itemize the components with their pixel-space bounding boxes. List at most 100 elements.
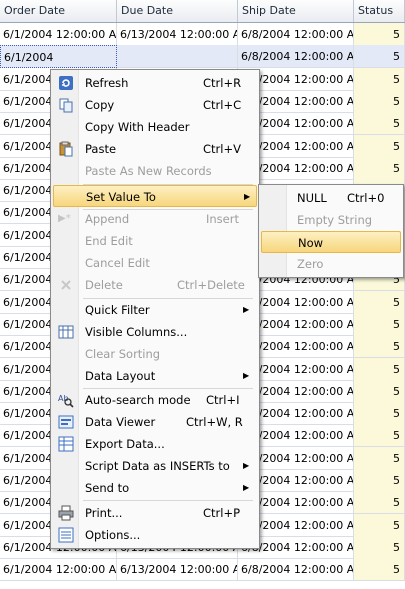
cell-order-date[interactable]: 6/1/2004 12:00:00 AM [0, 23, 117, 46]
cell-status[interactable]: 5 [354, 379, 405, 403]
menu-item-copy[interactable]: Copy Ctrl+C [53, 94, 257, 116]
cell-ship-date[interactable]: 6/8/2004 12:00:00 AM [238, 45, 354, 69]
cell-status[interactable]: 5 [354, 446, 405, 470]
column-header-ship-date[interactable]: Ship Date [238, 0, 354, 22]
grid-header: Order Date Due Date Ship Date Status [0, 0, 405, 23]
submenu-item-null[interactable]: NULL Ctrl+0 [261, 187, 401, 209]
column-header-order-date[interactable]: Order Date [0, 0, 117, 22]
menu-item-data-layout[interactable]: Data Layout ▶ [53, 365, 257, 387]
menu-label: Copy With Header [85, 120, 190, 134]
menu-label: Script Data as INSERTs to [85, 459, 230, 473]
menu-item-paste[interactable]: Paste Ctrl+V [53, 138, 257, 160]
menu-label: Copy [85, 98, 115, 112]
options-icon [58, 527, 74, 543]
cell-status[interactable]: 5 [354, 357, 405, 381]
cell-status[interactable]: 5 [354, 23, 405, 46]
menu-shortcut: Insert [206, 212, 239, 226]
cell-status[interactable]: 5 [354, 112, 405, 136]
menu-item-print[interactable]: Print... Ctrl+P [53, 502, 257, 524]
menu-item-clear-sorting[interactable]: Clear Sorting [53, 343, 257, 365]
menu-label: Export Data... [85, 437, 165, 451]
cell-status[interactable]: 5 [354, 67, 405, 91]
menu-item-data-viewer[interactable]: Data Viewer Ctrl+W, R [53, 411, 257, 433]
menu-label: Zero [297, 257, 324, 271]
menu-shortcut: Ctrl+W, R [186, 415, 243, 429]
cell-ship-date[interactable]: 6/8/2004 12:00:00 AM [238, 558, 354, 582]
menu-item-append[interactable]: ▶* Append Insert [53, 208, 257, 230]
submenu-item-empty-string[interactable]: Empty String [261, 209, 401, 231]
cell-ship-date[interactable]: 6/8/2004 12:00:00 AM [238, 23, 354, 46]
submenu-item-now[interactable]: Now [261, 231, 401, 253]
cell-status[interactable]: 5 [354, 558, 405, 582]
menu-item-set-value-to[interactable]: Set Value To ▶ [53, 185, 257, 207]
menu-label: Print... [85, 506, 123, 520]
menu-label: Quick Filter [85, 303, 150, 317]
cell-status[interactable]: 5 [354, 335, 405, 359]
submenu-arrow-icon: ▶ [243, 461, 250, 470]
cell-status[interactable]: 5 [354, 491, 405, 515]
data-viewer-icon [58, 415, 74, 429]
cell-order-date[interactable]: 6/1/2004 12:00:00 AM [0, 558, 117, 582]
menu-label: Refresh [85, 76, 129, 90]
table-row[interactable]: 6/1/2004 12:00:00 AM6/13/2004 12:00:00 A… [0, 23, 405, 46]
menu-item-end-edit[interactable]: End Edit [53, 230, 257, 252]
cell-status[interactable]: 5 [354, 424, 405, 448]
menu-item-visible-columns[interactable]: Visible Columns... [53, 321, 257, 343]
menu-item-auto-search-mode[interactable]: Ab Auto-search mode Ctrl+I [53, 389, 257, 411]
cell-status[interactable]: 5 [354, 312, 405, 336]
menu-label: Data Viewer [85, 415, 156, 429]
append-icon: ▶* [58, 213, 71, 224]
cell-status[interactable]: 5 [354, 290, 405, 314]
cell-order-date[interactable]: 6/1/2004 [0, 45, 117, 69]
cell-due-date[interactable]: 6/13/2004 12:00:00 AM [117, 558, 238, 582]
column-header-status[interactable]: Status [354, 0, 405, 22]
cell-status[interactable]: 5 [354, 513, 405, 537]
menu-item-quick-filter[interactable]: Quick Filter ▶ [53, 299, 257, 321]
set-value-submenu: NULL Ctrl+0 Empty String Now Zero [258, 184, 404, 278]
menu-item-paste-as-new-records[interactable]: Paste As New Records [53, 160, 257, 182]
menu-label: Paste [85, 142, 117, 156]
column-header-due-date[interactable]: Due Date [117, 0, 238, 22]
menu-shortcut: Ctrl+R [203, 76, 242, 90]
menu-label: Visible Columns... [85, 325, 188, 339]
menu-shortcut: Ctrl+C [203, 98, 242, 112]
menu-shortcut: Ctrl+0 [347, 191, 385, 205]
menu-item-script-data[interactable]: Script Data as INSERTs to ▶ [53, 455, 257, 477]
menu-shortcut: Ctrl+Delete [177, 278, 245, 292]
menu-label: Now [298, 236, 324, 250]
menu-label: Send to [85, 481, 130, 495]
menu-item-copy-with-header[interactable]: Copy With Header [53, 116, 257, 138]
cell-due-date[interactable] [117, 45, 238, 69]
submenu-item-zero[interactable]: Zero [261, 253, 401, 275]
cell-status[interactable]: 5 [354, 535, 405, 559]
submenu-arrow-icon: ▶ [243, 483, 250, 492]
menu-label: Cancel Edit [85, 256, 150, 270]
columns-icon [58, 325, 74, 339]
menu-item-refresh[interactable]: Refresh Ctrl+R [53, 72, 257, 94]
table-row[interactable]: 6/1/2004 6/8/2004 12:00:00 AM5 [0, 45, 405, 69]
menu-item-options[interactable]: Options... [53, 524, 257, 546]
menu-label: Append [85, 212, 130, 226]
cell-status[interactable]: 5 [354, 89, 405, 113]
copy-icon [59, 98, 73, 113]
cell-status[interactable]: 5 [354, 469, 405, 492]
menu-shortcut: Ctrl+P [203, 506, 241, 520]
menu-item-cancel-edit[interactable]: Cancel Edit [53, 252, 257, 274]
menu-item-send-to[interactable]: Send to ▶ [53, 477, 257, 499]
menu-item-export-data[interactable]: Export Data... [53, 433, 257, 455]
menu-label: Data Layout [85, 369, 156, 383]
print-icon [58, 505, 74, 521]
menu-label: Clear Sorting [85, 347, 161, 361]
cell-due-date[interactable]: 6/13/2004 12:00:00 AM [117, 23, 238, 46]
menu-label: End Edit [85, 234, 133, 248]
menu-separator [83, 500, 253, 501]
cell-status[interactable]: 5 [354, 134, 405, 158]
menu-item-delete[interactable]: Delete Ctrl+Delete [53, 274, 257, 296]
auto-search-icon: Ab [58, 394, 74, 408]
cell-status[interactable]: 5 [354, 45, 405, 69]
menu-shortcut: Ctrl+V [203, 142, 241, 156]
export-icon [58, 436, 74, 452]
cell-status[interactable]: 5 [354, 156, 405, 180]
table-row[interactable]: 6/1/2004 12:00:00 AM6/13/2004 12:00:00 A… [0, 558, 405, 582]
cell-status[interactable]: 5 [354, 402, 405, 426]
